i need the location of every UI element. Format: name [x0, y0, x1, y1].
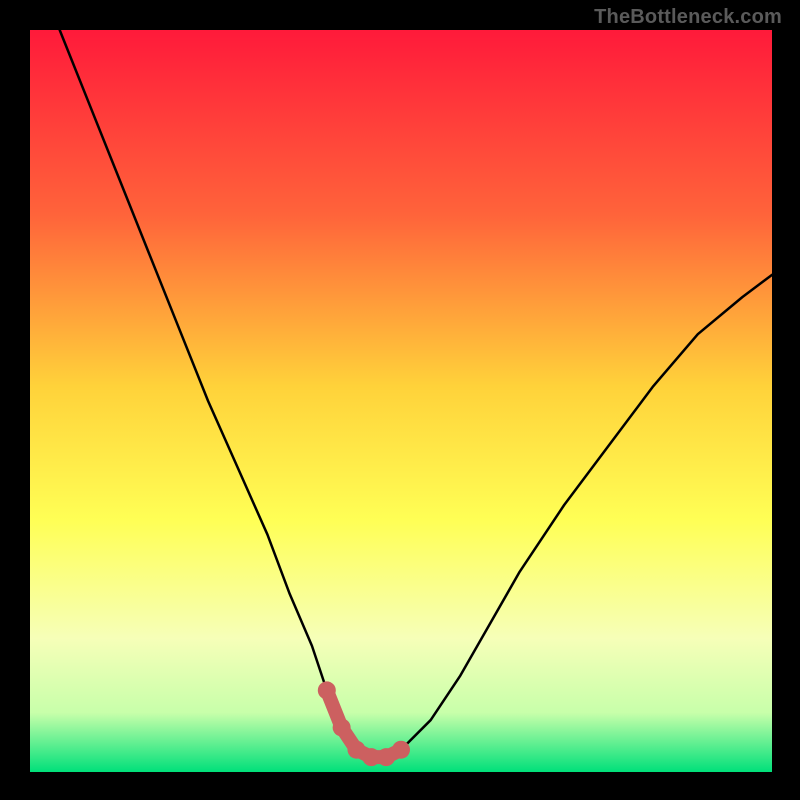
- sweet-spot-marker: [392, 741, 410, 759]
- plot-background: [30, 30, 772, 772]
- watermark-text: TheBottleneck.com: [594, 6, 782, 29]
- bottleneck-chart: [0, 0, 800, 800]
- chart-stage: TheBottleneck.com: [0, 0, 800, 800]
- sweet-spot-marker: [318, 681, 336, 699]
- sweet-spot-marker: [333, 718, 351, 736]
